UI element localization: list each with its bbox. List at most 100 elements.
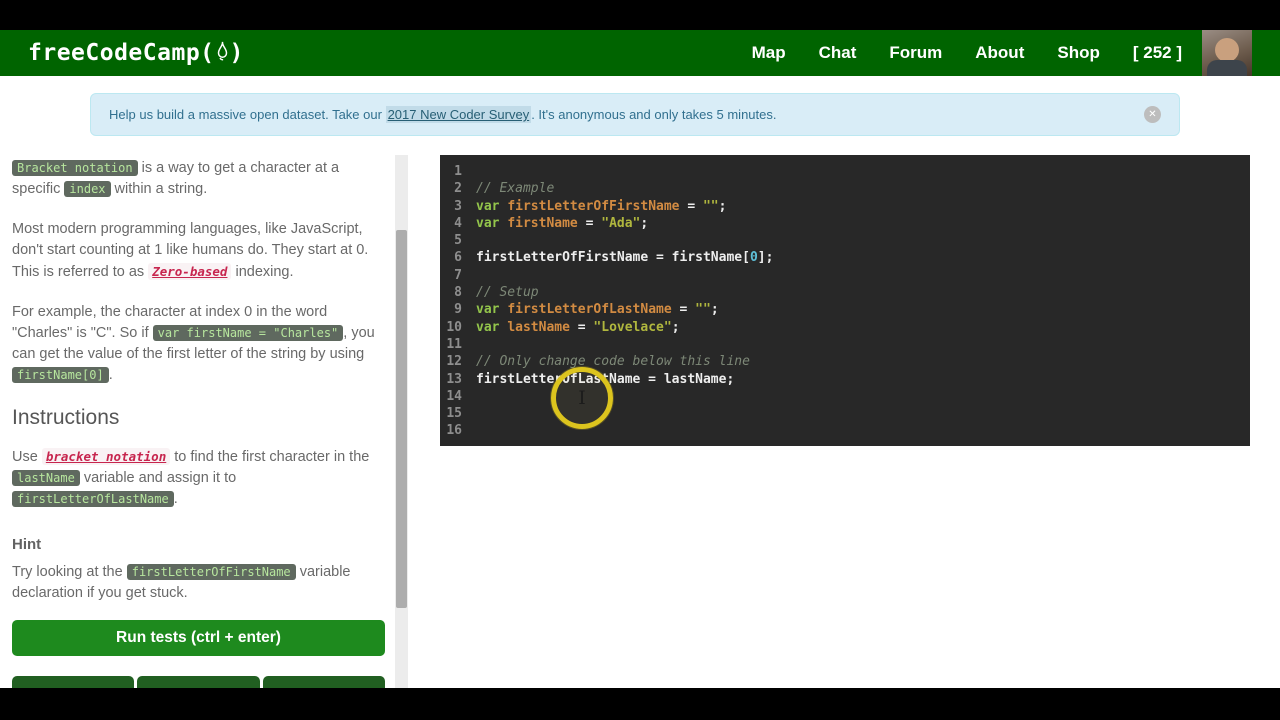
inline-code: var firstName = "Charles" [153,325,344,341]
line-number: 8 [440,284,476,301]
bug-button[interactable]: Bug [263,676,385,688]
hint-heading: Hint [12,534,385,555]
lesson-text: Try looking at the [12,564,127,580]
webcam-avatar[interactable] [1202,30,1252,76]
scrollbar-thumb[interactable] [396,230,407,608]
code-line-7[interactable]: 7 [440,267,1250,284]
code-line-13[interactable]: 13firstLetterOfLastName = lastName; [440,371,1250,388]
nav-link-forum[interactable]: Forum [889,43,942,63]
code-line-14[interactable]: 14 [440,388,1250,405]
lesson-text: to find the first character in the [170,449,369,465]
code-line-9[interactable]: 9var firstLetterOfLastName = ""; [440,301,1250,318]
page-content: Help us build a massive open dataset. Ta… [0,76,1280,688]
code-line-11[interactable]: 11 [440,336,1250,353]
logo-text-pre: freeCodeCamp( [28,40,215,66]
freecodecamp-logo[interactable]: freeCodeCamp( ) [28,39,244,67]
letterbox-bottom [0,688,1280,720]
description-paragraph: Bracket notation is a way to get a chara… [12,158,385,200]
line-number: 2 [440,180,476,197]
code-line-2[interactable]: 2// Example [440,180,1250,197]
description-paragraph: For example, the character at index 0 in… [12,302,385,386]
inline-code: Bracket notation [12,160,138,176]
code-line-12[interactable]: 12// Only change code below this line [440,353,1250,370]
help-button[interactable]: Help [137,676,259,688]
line-number: 10 [440,319,476,336]
code-line-16[interactable]: 16 [440,422,1250,439]
editor-lines: 12// Example3var firstLetterOfFirstName … [440,163,1250,440]
inline-code: bracket notation [42,448,170,465]
lesson-footer-buttons: ResetHelp Bug [12,676,385,688]
nav-link-chat[interactable]: Chat [819,43,857,63]
nav-links: Map Chat Forum About Shop [ 252 ] [752,43,1202,63]
line-number: 13 [440,371,476,388]
code-line-8[interactable]: 8// Setup [440,284,1250,301]
nav-link-252[interactable]: [ 252 ] [1133,43,1182,63]
lesson-instructions: Use bracket notation to find the first c… [12,446,385,510]
code-text: firstLetterOfFirstName = firstName[0]; [476,249,773,266]
inline-code: firstName[0] [12,367,109,383]
avatar-image [1215,38,1239,62]
banner-close-button[interactable]: ✕ [1144,106,1161,123]
inline-code: Zero-based [148,263,231,280]
code-text: var firstLetterOfFirstName = ""; [476,198,726,215]
inline-code: index [64,181,110,197]
code-line-15[interactable]: 15 [440,405,1250,422]
banner-text-after: . It's anonymous and only takes 5 minute… [531,107,776,122]
line-number: 4 [440,215,476,232]
inline-code: lastName [12,470,80,486]
lesson-panel: Bracket notation is a way to get a chara… [12,158,385,688]
avatar-image-body [1207,60,1247,76]
code-text: var firstName = "Ada"; [476,215,648,232]
code-line-5[interactable]: 5 [440,232,1250,249]
lesson-text: Use [12,449,42,465]
code-editor[interactable]: 12// Example3var firstLetterOfFirstName … [440,155,1250,446]
lesson-text: indexing. [231,264,293,280]
survey-link[interactable]: 2017 New Coder Survey [386,106,532,123]
survey-banner: Help us build a massive open dataset. Ta… [90,93,1180,136]
line-number: 1 [440,163,476,180]
line-number: 14 [440,388,476,405]
line-number: 15 [440,405,476,422]
logo-text-post: ) [230,40,244,66]
lesson-text: . [109,367,113,383]
video-frame: freeCodeCamp( ) Map Chat Forum About Shop [ 2… [0,0,1280,720]
inline-code: firstLetterOfFirstName [127,564,296,580]
code-line-10[interactable]: 10var lastName = "Lovelace"; [440,319,1250,336]
inline-code: firstLetterOfLastName [12,491,174,507]
lesson-description: Bracket notation is a way to get a chara… [12,158,385,386]
instructions-heading: Instructions [12,405,385,431]
code-text: // Setup [476,284,539,301]
line-number: 9 [440,301,476,318]
lesson-text: . [174,491,178,507]
lesson-text: variable and assign it to [80,470,236,486]
line-number: 12 [440,353,476,370]
code-line-6[interactable]: 6firstLetterOfFirstName = firstName[0]; [440,249,1250,266]
flame-icon [215,39,230,67]
description-paragraph: Most modern programming languages, like … [12,219,385,283]
code-line-1[interactable]: 1 [440,163,1250,180]
line-number: 16 [440,422,476,439]
run-tests-button[interactable]: Run tests (ctrl + enter) [12,620,385,656]
code-text: var firstLetterOfLastName = ""; [476,301,719,318]
code-line-4[interactable]: 4var firstName = "Ada"; [440,215,1250,232]
instructions-paragraph: Use bracket notation to find the first c… [12,446,385,510]
code-text: var lastName = "Lovelace"; [476,319,680,336]
line-number: 3 [440,198,476,215]
line-number: 7 [440,267,476,284]
lesson-text: within a string. [111,181,208,197]
lesson-hint: Try looking at the firstLetterOfFirstNam… [12,562,385,604]
nav-link-about[interactable]: About [975,43,1024,63]
lesson-scrollbar[interactable] [395,155,408,688]
hint-paragraph: Try looking at the firstLetterOfFirstNam… [12,562,385,604]
letterbox-top [0,0,1280,30]
line-number: 11 [440,336,476,353]
nav-link-map[interactable]: Map [752,43,786,63]
line-number: 6 [440,249,476,266]
code-text: firstLetterOfLastName = lastName; [476,371,734,388]
nav-link-shop[interactable]: Shop [1057,43,1100,63]
banner-text-before: Help us build a massive open dataset. Ta… [109,107,382,122]
code-text: // Only change code below this line [476,353,750,370]
reset-button[interactable]: Reset [12,676,134,688]
code-line-3[interactable]: 3var firstLetterOfFirstName = ""; [440,198,1250,215]
line-number: 5 [440,232,476,249]
